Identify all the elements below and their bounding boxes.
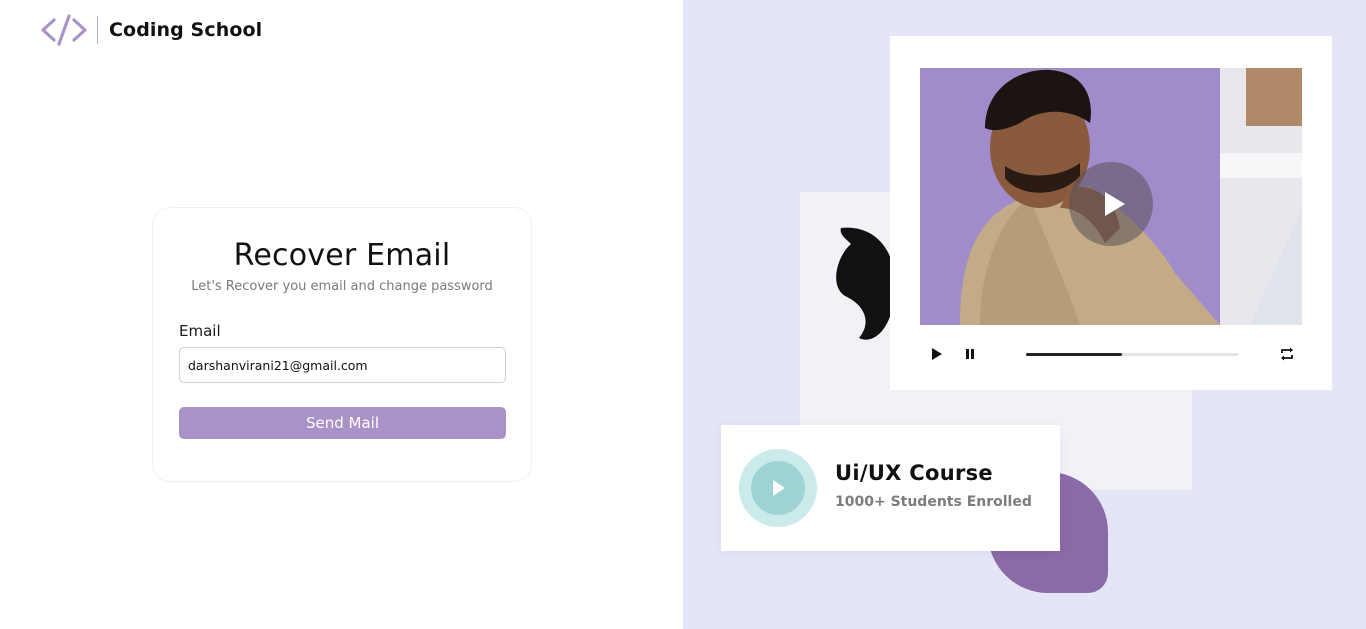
email-field[interactable] xyxy=(179,347,506,383)
play-icon[interactable] xyxy=(928,341,946,367)
send-mail-button[interactable]: Send Mail xyxy=(179,407,506,439)
page-subtitle: Let's Recover you email and change passw… xyxy=(191,279,493,294)
email-label: Email xyxy=(179,322,221,340)
video-progress-fill xyxy=(1026,353,1122,356)
course-enrollment: 1000+ Students Enrolled xyxy=(835,494,1032,510)
video-progress-bar[interactable] xyxy=(1026,353,1239,356)
pause-icon[interactable] xyxy=(961,341,979,367)
brand-name: Coding School xyxy=(109,19,263,41)
video-player xyxy=(890,36,1332,390)
course-card[interactable]: Ui/UX Course 1000+ Students Enrolled xyxy=(721,425,1060,551)
illustration-pane: Ui/UX Course 1000+ Students Enrolled xyxy=(683,0,1366,629)
play-icon xyxy=(1105,192,1125,216)
brand-divider xyxy=(97,16,98,44)
course-play-button[interactable] xyxy=(739,449,817,527)
big-play-button[interactable] xyxy=(1069,162,1153,246)
play-icon xyxy=(773,480,785,496)
video-controls xyxy=(920,341,1302,367)
brand[interactable]: Coding School xyxy=(40,13,262,47)
page-title: Recover Email xyxy=(233,238,451,273)
code-brackets-icon xyxy=(41,14,87,46)
course-title: Ui/UX Course xyxy=(835,461,993,485)
video-thumbnail[interactable] xyxy=(920,68,1302,325)
repeat-icon[interactable] xyxy=(1277,341,1297,367)
course-play-inner xyxy=(751,461,805,515)
login-pane: Coding School Recover Email Let's Recove… xyxy=(0,0,683,629)
recover-card: Recover Email Let's Recover you email an… xyxy=(152,207,532,482)
